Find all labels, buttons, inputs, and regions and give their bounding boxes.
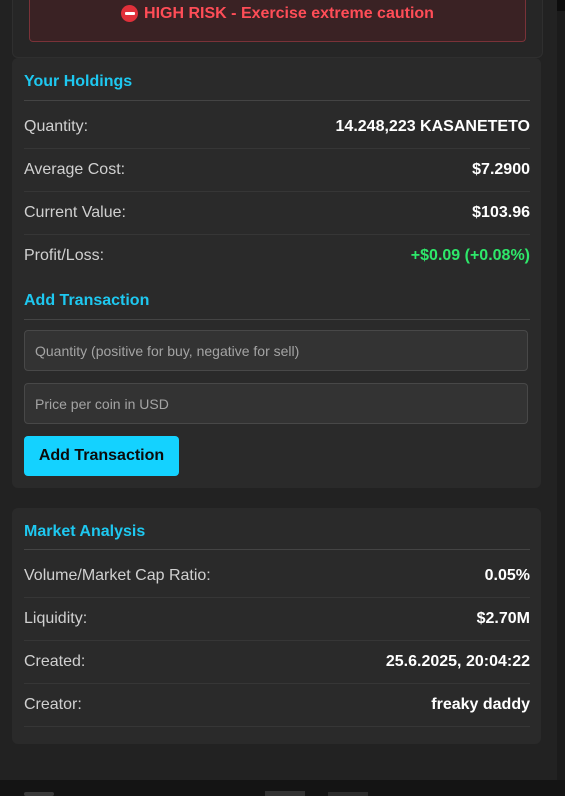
holding-row-profit-loss: Profit/Loss: +$0.09 (+0.08%) <box>24 235 530 277</box>
holding-row-current-value: Current Value: $103.96 <box>24 192 530 235</box>
add-transaction-title: Add Transaction <box>24 292 150 309</box>
holding-row-average-cost: Average Cost: $7.2900 <box>24 149 530 192</box>
cut-off-text <box>328 792 368 796</box>
risk-warning-text: HIGH RISK - Exercise extreme caution <box>144 4 434 22</box>
holding-label: Profit/Loss: <box>24 247 105 264</box>
market-label: Creator: <box>24 696 82 713</box>
market-label: Created: <box>24 653 86 670</box>
holding-label: Quantity: <box>24 118 89 135</box>
profit-loss-value: +$0.09 (+0.08%) <box>410 247 530 264</box>
bottom-cut-off-content <box>0 780 565 796</box>
quantity-input[interactable]: Quantity (positive for buy, negative for… <box>24 330 528 371</box>
price-input[interactable]: Price per coin in USD <box>24 383 528 424</box>
holdings-divider <box>24 100 530 101</box>
holding-value: 14.248,223 KASANETETO <box>335 118 530 135</box>
no-entry-icon <box>121 5 139 22</box>
coin-detail-panel: HIGH RISK - Exercise extreme caution You… <box>0 0 557 780</box>
market-value: 25.6.2025, 20:04:22 <box>385 653 530 670</box>
risk-warning-banner: HIGH RISK - Exercise extreme caution <box>29 0 526 42</box>
holdings-title: Your Holdings <box>24 73 133 90</box>
market-row-created: Created: 25.6.2025, 20:04:22 <box>24 641 530 684</box>
market-analysis-card: Market Analysis Volume/Market Cap Ratio:… <box>12 508 541 744</box>
holding-row-quantity: Quantity: 14.248,223 KASANETETO <box>24 106 530 149</box>
holding-label: Current Value: <box>24 204 126 221</box>
holding-value: $103.96 <box>472 204 530 221</box>
risk-card: HIGH RISK - Exercise extreme caution <box>12 0 543 58</box>
holding-value: $7.2900 <box>472 161 530 178</box>
market-row-volume-ratio: Volume/Market Cap Ratio: 0.05% <box>24 555 530 598</box>
market-divider <box>24 549 530 550</box>
holding-label: Average Cost: <box>24 161 126 178</box>
transaction-divider <box>24 319 530 320</box>
market-analysis-title: Market Analysis <box>24 523 146 540</box>
market-value: 0.05% <box>484 567 530 584</box>
market-label: Liquidity: <box>24 610 88 627</box>
holdings-card: Your Holdings Quantity: 14.248,223 KASAN… <box>12 58 541 488</box>
cut-off-text <box>265 791 305 796</box>
market-row-liquidity: Liquidity: $2.70M <box>24 598 530 641</box>
market-row-creator: Creator: freaky daddy <box>24 684 530 727</box>
add-transaction-button[interactable]: Add Transaction <box>24 436 179 476</box>
market-label: Volume/Market Cap Ratio: <box>24 567 211 584</box>
creator-value[interactable]: freaky daddy <box>431 696 530 714</box>
market-value: $2.70M <box>476 610 530 627</box>
cut-off-avatar <box>24 792 54 796</box>
